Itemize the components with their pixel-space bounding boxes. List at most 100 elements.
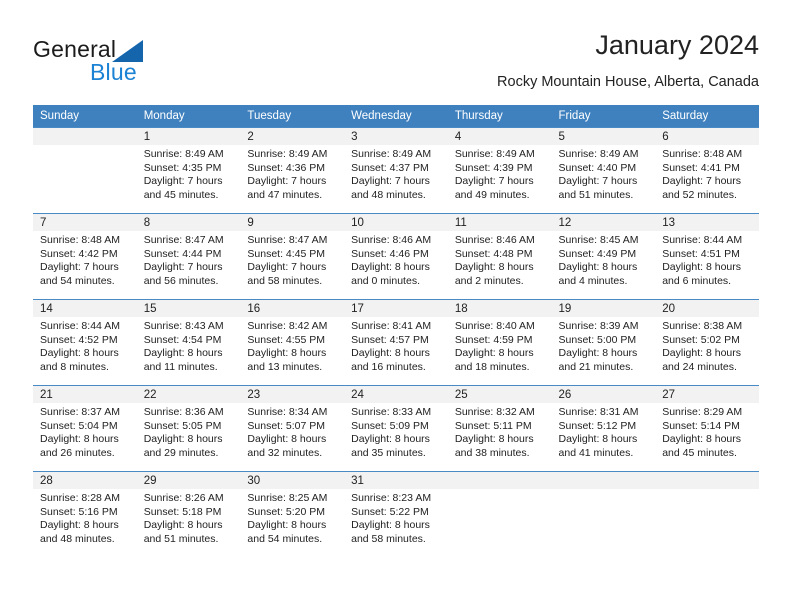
day-detail-sunrise: Sunrise: 8:40 AM <box>454 320 535 332</box>
day-cell-inner: 29 Sunrise: 8:26 AM Sunset: 5:18 PM Dayligh… <box>136 471 241 557</box>
day-detail-daylight-line2: and 16 minutes. <box>351 360 426 373</box>
calendar-day-cell[interactable]: 16 Sunrise: 8:42 AM Sunset: 4:55 PM Dayligh… <box>240 299 345 385</box>
day-number-band: 13 <box>655 214 759 231</box>
day-detail-sunset: Sunset: 4:55 PM <box>247 333 326 346</box>
day-detail-daylight-line1: Daylight: 8 hours <box>143 519 223 532</box>
day-number-band: 17 <box>344 300 448 317</box>
day-detail-daylight-line2: and 51 minutes. <box>143 532 219 545</box>
day-number: 24 <box>351 389 364 401</box>
calendar-day-cell[interactable]: 19 Sunrise: 8:39 AM Sunset: 5:00 PM Dayligh… <box>551 299 656 385</box>
calendar-day-cell[interactable] <box>655 471 759 557</box>
calendar-day-cell[interactable]: 7 Sunrise: 8:48 AM Sunset: 4:42 PM Daylight… <box>33 213 137 299</box>
calendar-day-cell[interactable]: 13 Sunrise: 8:44 AM Sunset: 4:51 PM Dayligh… <box>655 213 759 299</box>
day-detail-sunset: Sunset: 5:22 PM <box>351 505 429 518</box>
day-number: 28 <box>40 475 53 487</box>
day-cell-inner: 12 Sunrise: 8:45 AM Sunset: 4:49 PM Dayligh… <box>551 213 656 299</box>
calendar-day-cell[interactable]: 2 Sunrise: 8:49 AM Sunset: 4:36 PM Daylight… <box>240 127 345 213</box>
weekday-header-saturday: Saturday <box>655 105 759 127</box>
general-blue-logo[interactable]: General Blue <box>33 36 253 92</box>
day-cell-inner: 6 Sunrise: 8:48 AM Sunset: 4:41 PM Daylight… <box>655 127 759 213</box>
day-number <box>448 472 552 474</box>
day-detail-sunset: Sunset: 4:35 PM <box>143 161 222 174</box>
day-cell-inner: 17 Sunrise: 8:41 AM Sunset: 4:57 PM Dayligh… <box>344 299 448 385</box>
day-number-band: 22 <box>136 386 241 403</box>
calendar-day-cell[interactable]: 14 Sunrise: 8:44 AM Sunset: 4:52 PM Dayligh… <box>33 299 137 385</box>
calendar-day-cell[interactable]: 9 Sunrise: 8:47 AM Sunset: 4:45 PM Daylight… <box>240 213 345 299</box>
day-number-band: 11 <box>447 214 552 231</box>
day-detail-daylight-line1: Daylight: 7 hours <box>454 175 534 188</box>
day-number: 1 <box>143 131 151 143</box>
calendar-day-cell[interactable]: 23 Sunrise: 8:34 AM Sunset: 5:07 PM Dayligh… <box>240 385 345 471</box>
day-number: 10 <box>351 217 364 229</box>
day-detail-sunrise: Sunrise: 8:48 AM <box>40 234 120 246</box>
calendar-day-cell[interactable]: 26 Sunrise: 8:31 AM Sunset: 5:12 PM Dayligh… <box>551 385 656 471</box>
day-details: Sunrise: 8:49 AM Sunset: 4:40 PM Daylight:… <box>552 145 656 202</box>
day-detail-sunrise: Sunrise: 8:34 AM <box>247 406 328 418</box>
day-detail-sunrise: Sunrise: 8:39 AM <box>558 320 639 332</box>
calendar-day-cell[interactable]: 30 Sunrise: 8:25 AM Sunset: 5:20 PM Dayligh… <box>240 471 345 557</box>
calendar-day-cell[interactable] <box>447 471 552 557</box>
day-number-band: 19 <box>551 300 656 317</box>
calendar-day-cell[interactable]: 3 Sunrise: 8:49 AM Sunset: 4:37 PM Daylight… <box>344 127 448 213</box>
day-cell-inner: 11 Sunrise: 8:46 AM Sunset: 4:48 PM Dayligh… <box>447 213 552 299</box>
calendar-week-row: 21 Sunrise: 8:37 AM Sunset: 5:04 PM Dayligh… <box>33 385 759 471</box>
calendar-day-cell[interactable]: 18 Sunrise: 8:40 AM Sunset: 4:59 PM Dayligh… <box>447 299 552 385</box>
calendar-day-cell[interactable]: 31 Sunrise: 8:23 AM Sunset: 5:22 PM Dayligh… <box>344 471 448 557</box>
calendar-day-cell[interactable]: 25 Sunrise: 8:32 AM Sunset: 5:11 PM Dayligh… <box>447 385 552 471</box>
calendar-day-cell[interactable]: 22 Sunrise: 8:36 AM Sunset: 5:05 PM Dayligh… <box>136 385 241 471</box>
calendar-day-cell[interactable]: 20 Sunrise: 8:38 AM Sunset: 5:02 PM Dayligh… <box>655 299 759 385</box>
day-details: Sunrise: 8:25 AM Sunset: 5:20 PM Daylight:… <box>240 489 344 546</box>
day-detail-daylight-line1: Daylight: 8 hours <box>247 519 327 532</box>
day-detail-sunrise: Sunrise: 8:26 AM <box>143 492 224 504</box>
calendar-day-cell[interactable]: 4 Sunrise: 8:49 AM Sunset: 4:39 PM Daylight… <box>447 127 552 213</box>
day-details: Sunrise: 8:47 AM Sunset: 4:44 PM Daylight:… <box>137 231 241 288</box>
calendar-day-cell[interactable]: 12 Sunrise: 8:45 AM Sunset: 4:49 PM Dayligh… <box>551 213 656 299</box>
page-title: January 2024 <box>595 30 759 60</box>
day-detail-sunset: Sunset: 5:07 PM <box>247 419 326 432</box>
day-detail-sunset: Sunset: 4:59 PM <box>454 333 533 346</box>
calendar-day-cell[interactable]: 17 Sunrise: 8:41 AM Sunset: 4:57 PM Dayligh… <box>344 299 448 385</box>
calendar-day-cell[interactable]: 10 Sunrise: 8:46 AM Sunset: 4:46 PM Dayligh… <box>344 213 448 299</box>
day-number: 27 <box>662 389 676 401</box>
day-cell-inner: 21 Sunrise: 8:37 AM Sunset: 5:04 PM Dayligh… <box>33 385 137 471</box>
day-detail-daylight-line1: Daylight: 8 hours <box>454 261 534 274</box>
day-number-band: 27 <box>655 386 759 403</box>
calendar-week-row: 14 Sunrise: 8:44 AM Sunset: 4:52 PM Dayligh… <box>33 299 759 385</box>
calendar-day-cell[interactable]: 15 Sunrise: 8:43 AM Sunset: 4:54 PM Dayligh… <box>136 299 241 385</box>
day-detail-daylight-line1: Daylight: 7 hours <box>247 175 327 188</box>
calendar-day-cell[interactable]: 5 Sunrise: 8:49 AM Sunset: 4:40 PM Daylight… <box>551 127 656 213</box>
day-cell-inner: 23 Sunrise: 8:34 AM Sunset: 5:07 PM Dayligh… <box>240 385 345 471</box>
calendar-day-cell[interactable]: 6 Sunrise: 8:48 AM Sunset: 4:41 PM Daylight… <box>655 127 759 213</box>
day-number-band: 20 <box>655 300 759 317</box>
calendar-day-cell[interactable]: 8 Sunrise: 8:47 AM Sunset: 4:44 PM Daylight… <box>136 213 241 299</box>
calendar-day-cell[interactable]: 27 Sunrise: 8:29 AM Sunset: 5:14 PM Dayligh… <box>655 385 759 471</box>
day-detail-sunset: Sunset: 5:14 PM <box>662 419 740 432</box>
day-number: 11 <box>454 217 467 229</box>
calendar-day-cell[interactable]: 21 Sunrise: 8:37 AM Sunset: 5:04 PM Dayligh… <box>33 385 137 471</box>
day-detail-sunrise: Sunrise: 8:36 AM <box>143 406 224 418</box>
day-number: 9 <box>247 217 254 229</box>
day-details: Sunrise: 8:44 AM Sunset: 4:51 PM Daylight:… <box>655 231 759 288</box>
calendar-day-cell[interactable]: 28 Sunrise: 8:28 AM Sunset: 5:16 PM Dayligh… <box>33 471 137 557</box>
calendar-day-cell[interactable] <box>551 471 656 557</box>
day-detail-sunset: Sunset: 4:42 PM <box>40 247 118 260</box>
calendar-day-cell[interactable]: 1 Sunrise: 8:49 AM Sunset: 4:35 PM Daylight… <box>136 127 241 213</box>
day-details: Sunrise: 8:28 AM Sunset: 5:16 PM Daylight:… <box>33 489 137 546</box>
day-details: Sunrise: 8:23 AM Sunset: 5:22 PM Daylight:… <box>344 489 448 546</box>
day-detail-daylight-line2: and 49 minutes. <box>454 188 530 201</box>
day-details: Sunrise: 8:40 AM Sunset: 4:59 PM Daylight:… <box>448 317 552 374</box>
day-cell-inner: 31 Sunrise: 8:23 AM Sunset: 5:22 PM Dayligh… <box>344 471 448 557</box>
day-cell-inner: 19 Sunrise: 8:39 AM Sunset: 5:00 PM Dayligh… <box>551 299 656 385</box>
day-detail-daylight-line1: Daylight: 7 hours <box>558 175 638 188</box>
day-detail-sunrise: Sunrise: 8:49 AM <box>558 148 639 160</box>
day-cell-inner: 13 Sunrise: 8:44 AM Sunset: 4:51 PM Dayligh… <box>655 213 759 299</box>
calendar-day-cell[interactable] <box>33 127 137 213</box>
day-details: Sunrise: 8:48 AM Sunset: 4:42 PM Daylight:… <box>33 231 137 288</box>
calendar-day-cell[interactable]: 11 Sunrise: 8:46 AM Sunset: 4:48 PM Dayligh… <box>447 213 552 299</box>
day-detail-sunset: Sunset: 4:57 PM <box>351 333 429 346</box>
calendar-day-cell[interactable]: 29 Sunrise: 8:26 AM Sunset: 5:18 PM Dayligh… <box>136 471 241 557</box>
day-details: Sunrise: 8:39 AM Sunset: 5:00 PM Daylight:… <box>552 317 656 374</box>
day-details: Sunrise: 8:41 AM Sunset: 4:57 PM Daylight:… <box>344 317 448 374</box>
day-details: Sunrise: 8:49 AM Sunset: 4:36 PM Daylight:… <box>240 145 344 202</box>
calendar-day-cell[interactable]: 24 Sunrise: 8:33 AM Sunset: 5:09 PM Dayligh… <box>344 385 448 471</box>
